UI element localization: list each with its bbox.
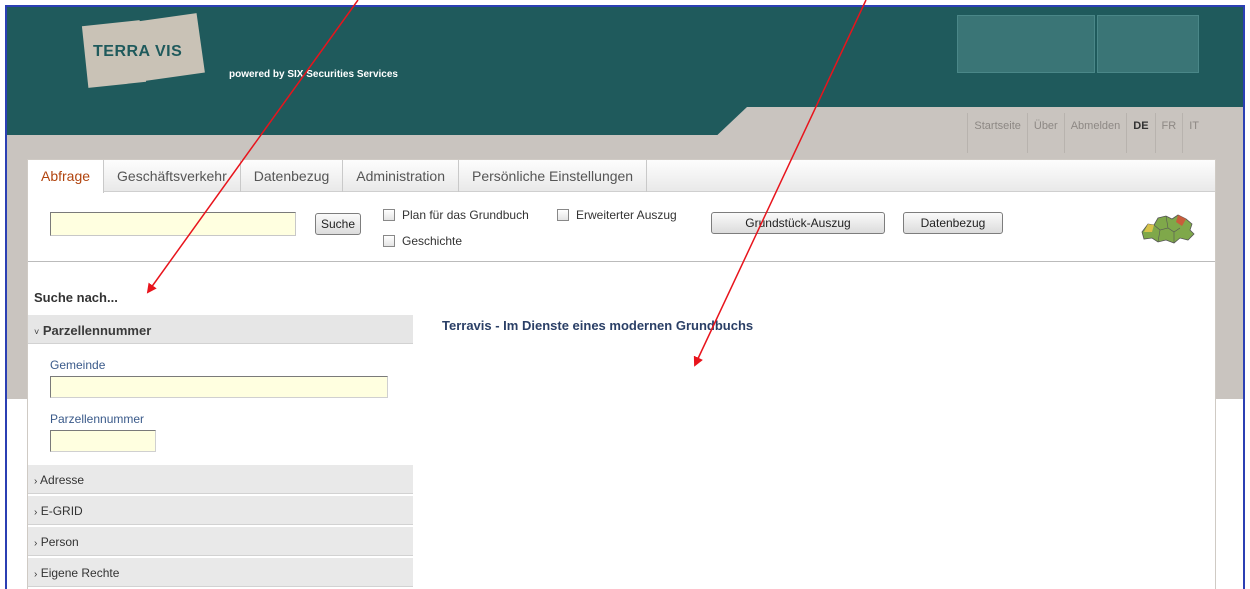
accordion-parzellennummer[interactable]: ˅ Parzellennummer: [28, 314, 413, 344]
accordion-parzellennummer-label: Parzellennummer: [42, 323, 152, 338]
lang-fr[interactable]: FR: [1154, 113, 1183, 153]
terravis-logo[interactable]: TERRA VIS: [81, 13, 205, 88]
tab-administration[interactable]: Administration: [343, 160, 459, 192]
main-heading: Terravis - Im Dienste eines modernen Gru…: [442, 318, 754, 333]
plan-checkbox[interactable]: [383, 209, 395, 221]
chevron-right-icon: ›: [34, 569, 38, 580]
accordion-person[interactable]: › Person: [28, 526, 413, 556]
tab-bar: Abfrage Geschäftsverkehr Datenbezug Admi…: [28, 160, 1215, 193]
tagline: powered by SIX Securities Services: [229, 69, 398, 80]
accordion-egrid[interactable]: › E-GRID: [28, 495, 413, 525]
lang-it[interactable]: IT: [1182, 113, 1205, 153]
chevron-right-icon: ›: [34, 538, 38, 549]
app-window: TERRA VIS powered by SIX Securities Serv…: [5, 5, 1245, 589]
nav-abmelden[interactable]: Abmelden: [1063, 113, 1127, 153]
tab-persoenliche-einstellungen[interactable]: Persönliche Einstellungen: [459, 160, 648, 192]
tab-datenbezug[interactable]: Datenbezug: [241, 160, 344, 192]
header-box-2: [1097, 15, 1199, 73]
parzellennummer-label: Parzellennummer: [50, 412, 145, 426]
top-navigation: Startseite Über Abmelden DE FR IT: [967, 113, 1205, 153]
header-notch: [7, 107, 747, 135]
accordion-person-label: Person: [40, 535, 79, 549]
geschichte-checkbox[interactable]: [383, 235, 395, 247]
accordion-eigene-rechte-label: Eigene Rechte: [40, 566, 120, 580]
parzellennummer-field[interactable]: [50, 430, 156, 452]
search-bar: Suche Plan für das Grundbuch Erweiterter…: [28, 192, 1215, 262]
accordion-eigene-rechte[interactable]: › Eigene Rechte: [28, 557, 413, 587]
chevron-right-icon: ›: [34, 507, 38, 518]
lang-de[interactable]: DE: [1126, 113, 1154, 153]
content-card: Abfrage Geschäftsverkehr Datenbezug Admi…: [27, 159, 1216, 589]
switzerland-map-icon[interactable]: [1138, 210, 1196, 246]
header-box-1: [957, 15, 1095, 73]
grundstueck-auszug-button[interactable]: Grundstück-Auszug: [711, 212, 885, 234]
accordion-adresse-label: Adresse: [40, 473, 85, 487]
erweitert-checkbox[interactable]: [557, 209, 569, 221]
nav-ueber[interactable]: Über: [1026, 113, 1064, 153]
chevron-right-icon: ›: [34, 476, 38, 487]
nav-startseite[interactable]: Startseite: [967, 113, 1026, 153]
datenbezug-button[interactable]: Datenbezug: [903, 212, 1003, 234]
gemeinde-label: Gemeinde: [50, 358, 106, 372]
gemeinde-field[interactable]: [50, 376, 388, 398]
logo-text: TERRA VIS: [93, 43, 183, 60]
tab-abfrage[interactable]: Abfrage: [28, 160, 105, 193]
chevron-down-icon: ˅: [34, 327, 40, 337]
option-geschichte: Geschichte: [383, 234, 462, 248]
option-erweiterter-auszug: Erweiterter Auszug: [557, 208, 677, 222]
erweitert-label: Erweiterter Auszug: [576, 208, 677, 222]
plan-label: Plan für das Grundbuch: [402, 208, 529, 222]
option-plan-grundbuch: Plan für das Grundbuch: [383, 208, 529, 222]
search-button[interactable]: Suche: [315, 213, 361, 235]
accordion-egrid-label: E-GRID: [40, 504, 83, 518]
search-input[interactable]: [50, 212, 296, 236]
sidebar-title: Suche nach...: [34, 290, 118, 305]
search-sidebar: Suche nach... ˅ Parzellennummer Gemeinde…: [28, 262, 413, 589]
geschichte-label: Geschichte: [402, 234, 463, 248]
accordion-adresse[interactable]: › Adresse: [28, 464, 413, 494]
tab-geschaeftsverkehr[interactable]: Geschäftsverkehr: [104, 160, 241, 192]
